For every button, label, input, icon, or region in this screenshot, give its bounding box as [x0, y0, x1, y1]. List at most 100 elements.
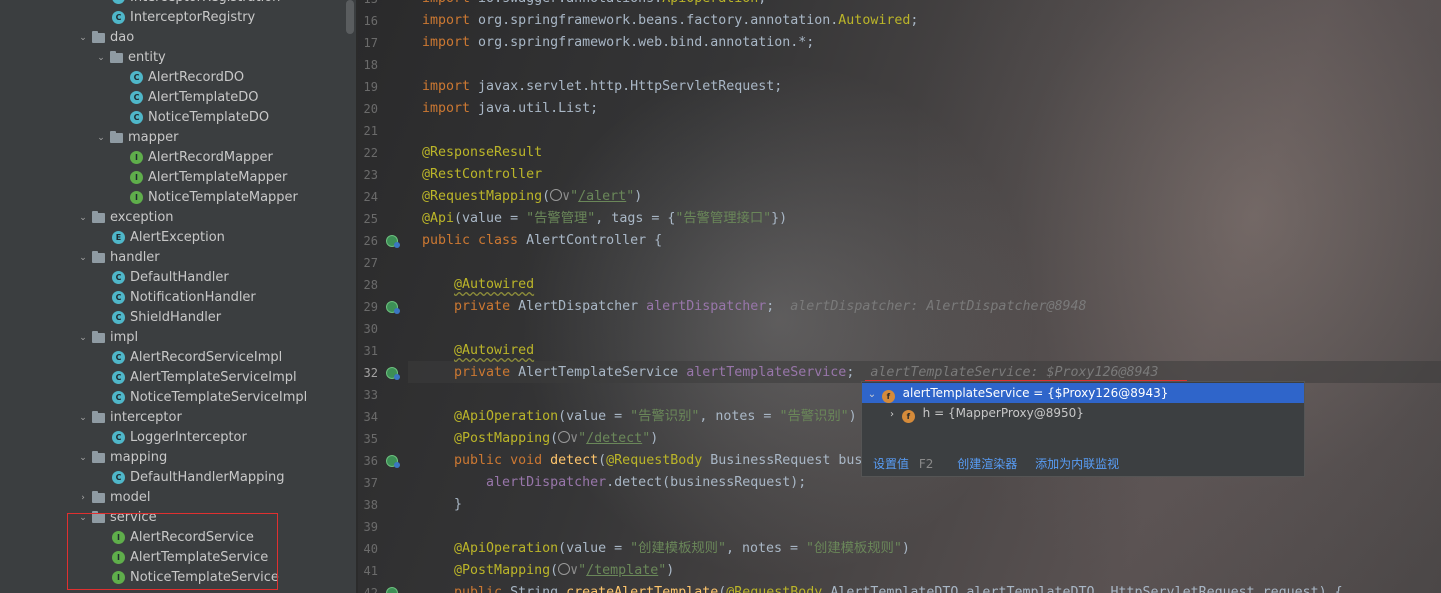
- tree-item-NoticeTemplateMapper[interactable]: I NoticeTemplateMapper: [130, 188, 298, 208]
- line-number[interactable]: 21: [358, 120, 378, 142]
- code-line[interactable]: @PostMapping(∨"/template"): [422, 560, 674, 582]
- code-line[interactable]: @ResponseResult: [422, 142, 542, 164]
- chevron-down-icon[interactable]: ⌄: [76, 448, 90, 468]
- create-renderer-link[interactable]: 创建渲染器: [957, 457, 1017, 471]
- line-number[interactable]: 26: [358, 230, 378, 252]
- tree-item-InterceptorRegistration[interactable]: C InterceptorRegistration: [112, 0, 280, 8]
- chevron-down-icon[interactable]: ⌄: [94, 48, 108, 68]
- code-line[interactable]: private AlertDispatcher alertDispatcher;…: [422, 296, 1086, 318]
- line-number[interactable]: 33: [358, 384, 378, 406]
- debug-value-popup[interactable]: ⌄ f alertTemplateService = {$Proxy126@89…: [861, 381, 1305, 477]
- code-line[interactable]: }: [422, 494, 462, 516]
- code-line[interactable]: @RequestMapping(∨"/alert"): [422, 186, 642, 208]
- tree-item-ShieldHandler[interactable]: C ShieldHandler: [112, 308, 221, 328]
- chevron-right-icon[interactable]: ›: [886, 405, 898, 425]
- code-line[interactable]: public class AlertController {: [422, 230, 662, 252]
- tree-folder-model[interactable]: › model: [76, 488, 150, 508]
- line-number[interactable]: 24: [358, 186, 378, 208]
- code-line[interactable]: alertDispatcher.detect(businessRequest);: [422, 472, 806, 494]
- chevron-down-icon[interactable]: ⌄: [94, 128, 108, 148]
- chevron-right-icon[interactable]: ›: [76, 488, 90, 508]
- code-line[interactable]: @Autowired: [422, 274, 534, 296]
- tree-folder-impl[interactable]: ⌄ impl: [76, 328, 138, 348]
- line-number[interactable]: 29: [358, 296, 378, 318]
- tree-item-NoticeTemplateServiceImpl[interactable]: C NoticeTemplateServiceImpl: [112, 388, 307, 408]
- chevron-down-icon[interactable]: ⌄: [76, 248, 90, 268]
- line-number[interactable]: 16: [358, 10, 378, 32]
- line-number[interactable]: 35: [358, 428, 378, 450]
- tree-folder-mapper[interactable]: ⌄ mapper: [94, 128, 178, 148]
- code-line[interactable]: import io.swagger.annotations.ApiOperati…: [422, 0, 766, 10]
- code-line[interactable]: @ApiOperation(value = "创建模板规则", notes = …: [422, 538, 910, 560]
- line-number[interactable]: 39: [358, 516, 378, 538]
- line-number[interactable]: 23: [358, 164, 378, 186]
- tree-item-DefaultHandler[interactable]: C DefaultHandler: [112, 268, 229, 288]
- line-number[interactable]: 36: [358, 450, 378, 472]
- tree-item-AlertTemplateMapper[interactable]: I AlertTemplateMapper: [130, 168, 287, 188]
- tree-folder-dao[interactable]: ⌄ dao: [76, 28, 134, 48]
- bean-gutter-icon[interactable]: [386, 367, 400, 380]
- tree-item-AlertRecordServiceImpl[interactable]: C AlertRecordServiceImpl: [112, 348, 282, 368]
- chevron-down-icon[interactable]: ⌄: [76, 28, 90, 48]
- code-editor[interactable]: 1516171819202122232425262728293031323334…: [358, 0, 1441, 593]
- tree-folder-handler[interactable]: ⌄ handler: [76, 248, 160, 268]
- line-number[interactable]: 30: [358, 318, 378, 340]
- line-number[interactable]: 28: [358, 274, 378, 296]
- code-line[interactable]: public String createAlertTemplate(@Reque…: [422, 582, 1343, 593]
- line-number[interactable]: 41: [358, 560, 378, 582]
- tree-folder-interceptor[interactable]: ⌄ interceptor: [76, 408, 182, 428]
- code-line[interactable]: @RestController: [422, 164, 542, 186]
- bean-gutter-icon[interactable]: [386, 587, 398, 593]
- tree-scrollbar[interactable]: [346, 0, 354, 34]
- line-number[interactable]: 32: [358, 362, 378, 384]
- tree-item-NotificationHandler[interactable]: C NotificationHandler: [112, 288, 256, 308]
- line-number[interactable]: 27: [358, 252, 378, 274]
- line-number[interactable]: 15: [358, 0, 378, 10]
- code-line[interactable]: @Api(value = "告警管理", tags = {"告警管理接口"}): [422, 208, 787, 230]
- line-number[interactable]: 42: [358, 582, 378, 593]
- line-number[interactable]: 34: [358, 406, 378, 428]
- tree-item-AlertRecordMapper[interactable]: I AlertRecordMapper: [130, 148, 273, 168]
- bean-gutter-icon[interactable]: [386, 301, 400, 314]
- line-number[interactable]: 22: [358, 142, 378, 164]
- chevron-down-icon[interactable]: ⌄: [76, 408, 90, 428]
- tree-item-NoticeTemplateDO[interactable]: C NoticeTemplateDO: [130, 108, 269, 128]
- popup-row-alertTemplateService[interactable]: ⌄ f alertTemplateService = {$Proxy126@89…: [862, 383, 1304, 403]
- tree-folder-entity[interactable]: ⌄ entity: [94, 48, 166, 68]
- tree-item-AlertRecordDO[interactable]: C AlertRecordDO: [130, 68, 244, 88]
- code-line[interactable]: import org.springframework.web.bind.anno…: [422, 32, 814, 54]
- line-number[interactable]: 20: [358, 98, 378, 120]
- tree-folder-mapping[interactable]: ⌄ mapping: [76, 448, 167, 468]
- tree-item-AlertException[interactable]: E AlertException: [112, 228, 225, 248]
- editor-gutter[interactable]: 1516171819202122232425262728293031323334…: [358, 0, 408, 593]
- code-line[interactable]: @ApiOperation(value = "告警识别", notes = "告…: [422, 406, 857, 428]
- tree-item-AlertTemplateDO[interactable]: C AlertTemplateDO: [130, 88, 259, 108]
- code-line[interactable]: import java.util.List;: [422, 98, 598, 120]
- chevron-down-icon[interactable]: ⌄: [76, 208, 90, 228]
- code-line[interactable]: @PostMapping(∨"/detect"): [422, 428, 658, 450]
- line-number[interactable]: 38: [358, 494, 378, 516]
- line-number[interactable]: 37: [358, 472, 378, 494]
- tree-folder-exception[interactable]: ⌄ exception: [76, 208, 173, 228]
- add-inline-watch-link[interactable]: 添加为内联监视: [1035, 457, 1119, 471]
- line-number[interactable]: 17: [358, 32, 378, 54]
- chevron-down-icon[interactable]: ⌄: [866, 385, 878, 405]
- tree-item-AlertTemplateServiceImpl[interactable]: C AlertTemplateServiceImpl: [112, 368, 297, 388]
- line-number[interactable]: 18: [358, 54, 378, 76]
- code-line[interactable]: import javax.servlet.http.HttpServletReq…: [422, 76, 782, 98]
- code-line[interactable]: @Autowired: [422, 340, 534, 362]
- tree-item-label: handler: [110, 250, 160, 265]
- code-line[interactable]: import org.springframework.beans.factory…: [422, 10, 918, 32]
- line-number[interactable]: 40: [358, 538, 378, 560]
- tree-item-DefaultHandlerMapping[interactable]: C DefaultHandlerMapping: [112, 468, 284, 488]
- chevron-down-icon[interactable]: ⌄: [76, 328, 90, 348]
- set-value-link[interactable]: 设置值: [873, 457, 909, 471]
- tree-item-LoggerInterceptor[interactable]: C LoggerInterceptor: [112, 428, 247, 448]
- popup-row-h[interactable]: › f h = {MapperProxy@8950}: [862, 403, 1304, 423]
- bean-gutter-icon[interactable]: [386, 235, 400, 248]
- line-number[interactable]: 25: [358, 208, 378, 230]
- tree-item-InterceptorRegistry[interactable]: C InterceptorRegistry: [112, 8, 255, 28]
- line-number[interactable]: 31: [358, 340, 378, 362]
- bean-gutter-icon[interactable]: [386, 455, 400, 468]
- line-number[interactable]: 19: [358, 76, 378, 98]
